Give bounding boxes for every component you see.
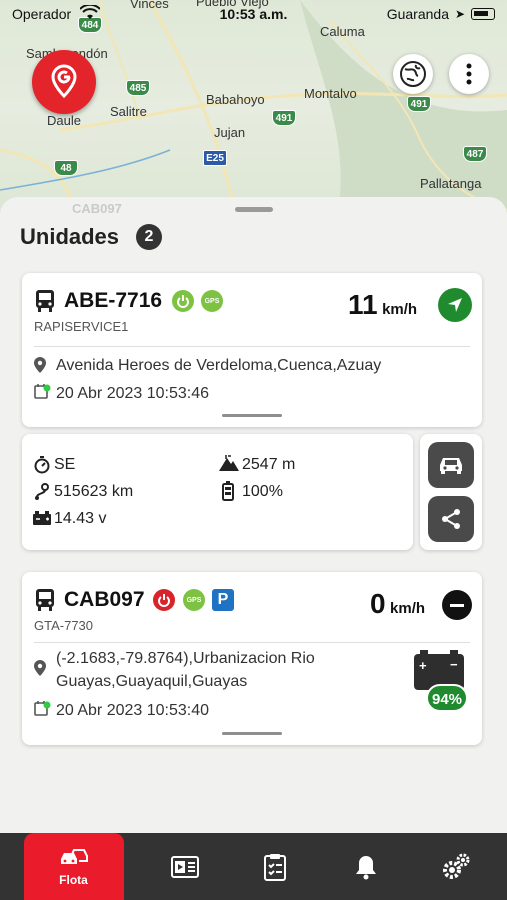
sheet-grabber[interactable] [235, 207, 273, 212]
map-town: Salitre [110, 104, 147, 119]
location-arrow-icon: ➤ [454, 7, 465, 21]
map-town: Guaranda [386, 6, 449, 22]
card-expand-handle[interactable] [222, 732, 282, 735]
unit-count-badge: 2 [136, 224, 162, 250]
vehicle-battery-badge: 94% [426, 684, 468, 712]
unit-speed: 11 km/h [348, 289, 418, 320]
globe-map-icon [400, 61, 426, 87]
unit-speed: 0 km/h [370, 588, 426, 619]
route-shield: 491 [407, 96, 431, 112]
calendar-online-icon [34, 701, 51, 716]
compass-icon [34, 456, 50, 474]
nav-item-reports[interactable] [224, 833, 325, 900]
share-icon [442, 509, 460, 529]
route-shield: 48 [54, 160, 78, 176]
divider [34, 642, 470, 643]
unit-address: Avenida Heroes de Verdeloma,Cuenca,Azuay [56, 357, 382, 374]
unit-card[interactable]: ABE-7716 GPS RAPISERVICE1 11 km/h Avenid… [22, 273, 482, 427]
unit-plate: CAB097 [64, 588, 145, 611]
route-shield: 485 [126, 80, 150, 96]
odometer-route-icon [35, 483, 49, 500]
bus-icon [36, 589, 54, 611]
settings-icon [442, 853, 469, 879]
unit-address-line1: (-2.1683,-79.8764),Urbanizacion Rio [56, 650, 315, 667]
divider [34, 346, 470, 347]
brand-logo-icon [51, 64, 77, 99]
bus-icon [36, 290, 54, 312]
unit-owner: RAPISERVICE1 [34, 319, 129, 334]
vehicle-details-button[interactable] [428, 442, 474, 488]
unit-card[interactable]: CAB097 GPS P GTA-7730 0 km/h (-2.1683,-7… [22, 572, 482, 745]
nav-item-notifications[interactable] [315, 833, 416, 900]
car-battery-icon [33, 511, 51, 525]
map-town: Caluma [320, 24, 365, 39]
ghost-plate: CAB097 [72, 201, 122, 216]
power-on-icon [172, 290, 194, 312]
map-town: Babahoyo [206, 92, 265, 107]
map-town: Daule [47, 113, 81, 128]
gps-icon: GPS [201, 290, 223, 312]
parked-icon: P [212, 589, 234, 611]
map-layers-button[interactable] [393, 54, 433, 94]
route-shield: 487 [463, 146, 487, 162]
altitude-icon [219, 455, 239, 471]
nav-item-settings[interactable] [405, 833, 506, 900]
sheet-title: Unidades [20, 224, 120, 249]
nav-label: Flota [59, 872, 88, 887]
location-pin-icon [34, 357, 46, 373]
card-expand-handle[interactable] [222, 414, 282, 417]
unit-actions-panel [420, 434, 482, 550]
odometer-value: 515623 km [54, 483, 134, 500]
location-pin-icon [34, 660, 46, 676]
device-battery-value: 100% [242, 483, 283, 500]
heading-arrow-icon [438, 288, 472, 322]
battery-icon [471, 8, 495, 20]
unit-datetime: 20 Abr 2023 10:53:40 [56, 702, 210, 719]
route-shield: 491 [272, 110, 296, 126]
car-icon [440, 458, 462, 474]
brand-logo-pin[interactable] [32, 50, 96, 114]
nav-item-flota[interactable]: Flota [23, 833, 124, 900]
unit-datetime: 20 Abr 2023 10:53:46 [56, 385, 210, 402]
more-vertical-icon [466, 63, 472, 85]
map-town: Jujan [214, 125, 246, 140]
fleet-icon [60, 848, 88, 864]
calendar-online-icon [34, 384, 51, 399]
bottom-nav: Flota [0, 833, 507, 900]
heading-value: SE [54, 456, 76, 473]
gps-icon: GPS [183, 589, 205, 611]
bell-icon [355, 855, 376, 879]
unit-plate: ABE-7716 [64, 289, 163, 312]
unit-details-card: SE 2547 m 515623 km 100% 14.43 v [22, 434, 413, 550]
share-location-button[interactable] [428, 496, 474, 542]
more-options-button[interactable] [449, 54, 489, 94]
map-town: Pallatanga [420, 176, 482, 191]
unit-address-line2: Guayas,Guayaquil,Guayas [56, 673, 248, 690]
nav-item-video[interactable] [134, 833, 235, 900]
voltage-value: 14.43 v [54, 510, 107, 527]
status-bar: Operador 10:53 a.m. Guaranda ➤ [0, 0, 507, 26]
battery-level-icon [222, 481, 234, 501]
map-town: Montalvo [304, 86, 357, 101]
stopped-icon [442, 590, 472, 620]
altitude-value: 2547 m [242, 456, 296, 473]
report-icon [263, 853, 286, 881]
unit-owner: GTA-7730 [34, 618, 94, 633]
video-icon [170, 855, 199, 878]
route-shield: E25 [203, 150, 227, 166]
power-off-icon [153, 589, 175, 611]
